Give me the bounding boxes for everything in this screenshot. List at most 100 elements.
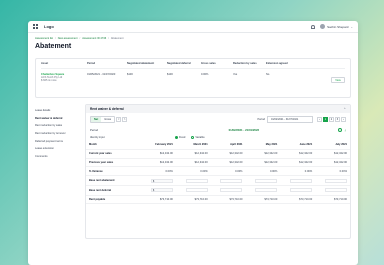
row-label: % Variance <box>86 166 141 177</box>
logo: Logo <box>44 24 54 29</box>
panel-header[interactable]: Rent waiver & deferral ⌃ <box>86 105 350 113</box>
bell-icon[interactable] <box>311 24 316 29</box>
radio-fixed[interactable]: Fixed <box>175 136 185 139</box>
username[interactable]: Sachin Shepard <box>327 25 348 29</box>
table-cell-input[interactable] <box>325 188 347 193</box>
identity-row: Identity input Fixed Variable <box>86 134 350 141</box>
table-cell: $12,342.00 <box>245 149 281 159</box>
table-cell: 0.00% <box>141 166 176 177</box>
rent-table: Month February 2021 March 2021 April 202… <box>86 141 350 205</box>
breadcrumb-item[interactable]: New assessment <box>58 37 78 40</box>
section-nav-item-active[interactable]: Rent waiver & deferral <box>35 115 82 123</box>
period-label: Period <box>257 118 266 121</box>
row-label: Previous year sales <box>86 158 141 168</box>
chevron-up-icon[interactable]: ⌃ <box>343 107 346 111</box>
table-cell: $12,342.00 <box>280 149 316 159</box>
app-window: Logo Sachin Shepard ⌄ Assessment list / … <box>28 21 358 265</box>
range-value: 01/02/2021 - 21/01/2022 <box>228 128 260 132</box>
chevron-down-icon[interactable]: ⌄ <box>350 25 353 29</box>
section-nav-item[interactable]: Rent reduction by sales <box>35 122 82 130</box>
app-grid-icon[interactable] <box>33 23 39 30</box>
table-cell: $12,342.00 <box>141 149 176 159</box>
asset-summary-card: Asset Period Negotiated abatement Negoti… <box>35 58 351 98</box>
table-row: % Variance 0.00% 0.00% 0.00% 0.00% 0.00% 0.00% <box>86 166 350 177</box>
range-row: Period 01/02/2021 - 21/01/2022 ⤓ <box>86 126 350 134</box>
toggle-net[interactable]: Net <box>91 117 102 122</box>
view-button[interactable]: View <box>331 77 345 83</box>
breadcrumb-item[interactable]: Assessment list <box>35 37 53 40</box>
section-nav-item[interactable]: Lease details <box>35 107 82 115</box>
table-cell-input[interactable] <box>220 178 243 183</box>
row-label: Base rent abatement <box>86 175 141 186</box>
table-row: Current year sales $12,342.00 $12,342.00 $1… <box>86 149 350 159</box>
avatar[interactable] <box>320 24 326 29</box>
top-bar: Logo Sachin Shepard ⌄ <box>28 21 358 33</box>
page-button[interactable]: 2 <box>329 117 334 122</box>
table-header-row: Month February 2021 March 2021 April 202… <box>86 141 350 150</box>
table-cell: $73,710.00 <box>315 195 350 205</box>
net-gross-toggle: Net Gross <box>90 116 116 123</box>
panel-toolbar: Net Gross < > Period 01/02/2021 - 31/07/… <box>86 113 350 126</box>
row-label: Rent payable <box>86 195 141 205</box>
table-cell: $12,342.00 <box>245 158 281 168</box>
section-nav-item[interactable]: Rent reduction by turnover <box>35 130 82 138</box>
table-cell: $12,342.00 <box>175 158 211 168</box>
table-cell-input[interactable] <box>255 188 278 193</box>
table-cell: $12,342.00 <box>141 158 176 168</box>
row-label: Current year sales <box>86 149 141 159</box>
range-label: Period <box>90 128 99 132</box>
breadcrumb-current: Abatement <box>110 37 124 40</box>
table-cell: $12,342.00 <box>175 149 211 159</box>
table-row: Base rent deferral $ <box>86 185 350 196</box>
pager: ‹ 1 2 3 › <box>316 117 346 122</box>
page-button[interactable]: 1 <box>323 117 328 122</box>
table-cell: 0.00% <box>315 166 350 177</box>
table-cell: 0.00% <box>210 166 246 177</box>
breadcrumb-item[interactable]: Assessment ID 4746 <box>82 37 106 40</box>
table-cell: $12,342.00 <box>210 158 246 168</box>
table-cell-input[interactable]: $ <box>150 188 173 193</box>
table-cell: 0.00% <box>245 166 281 177</box>
panel-title: Rent waiver & deferral <box>90 107 124 111</box>
table-cell: $73,710.00 <box>141 195 176 205</box>
page-next-icon[interactable]: › <box>341 117 346 122</box>
table-row: Previous year sales $12,342.00 $12,342.00 $… <box>86 158 350 168</box>
table-cell-input[interactable] <box>255 178 278 183</box>
table-cell-input[interactable] <box>325 178 347 183</box>
table-cell: $73,710.00 <box>280 195 316 205</box>
table-cell: $12,342.00 <box>315 149 350 159</box>
table-cell: $12,342.00 <box>315 158 350 168</box>
identity-label: Identity input <box>90 136 105 139</box>
prev-icon[interactable]: < <box>116 117 122 122</box>
page-button[interactable]: 3 <box>335 117 340 122</box>
table-row: Rent payable $73,710.00 $73,710.00 $73,710.… <box>86 195 350 205</box>
section-nav-item[interactable]: Lease extension <box>35 145 82 153</box>
breadcrumb: Assessment list / New assessment / Asses… <box>35 37 124 40</box>
table-row: Base rent abatement $ <box>86 175 350 186</box>
row-label: Base rent deferral <box>86 185 141 196</box>
table-cell-input[interactable]: $ <box>150 178 173 183</box>
table-cell-input[interactable] <box>220 188 243 193</box>
table-cell-input[interactable] <box>290 188 313 193</box>
table-cell-input[interactable] <box>290 178 313 183</box>
period-select[interactable]: 01/02/2021 - 31/07/2021 <box>267 116 313 123</box>
section-nav-item[interactable]: Comments <box>35 153 82 161</box>
page-title: Abatement <box>35 43 72 50</box>
table-cell: 0.00% <box>175 166 211 177</box>
toggle-gross[interactable]: Gross <box>101 117 114 122</box>
table-cell: $73,710.00 <box>245 195 281 205</box>
table-cell-input[interactable] <box>185 178 208 183</box>
section-nav-item[interactable]: Deferred payment terms <box>35 137 82 145</box>
download-icon[interactable]: ⤓ <box>345 128 346 132</box>
gear-icon[interactable] <box>337 128 342 132</box>
table-cell: $73,710.00 <box>210 195 246 205</box>
table-cell: $73,710.00 <box>175 195 211 205</box>
next-icon[interactable]: > <box>122 117 128 122</box>
table-cell: $12,342.00 <box>210 149 246 159</box>
section-nav: Lease details Rent waiver & deferral Ren… <box>35 104 82 239</box>
page-prev-icon[interactable]: ‹ <box>317 117 322 122</box>
table-cell: 0.00% <box>280 166 316 177</box>
radio-variable[interactable]: Variable <box>191 136 205 139</box>
table-cell: $12,342.00 <box>280 158 316 168</box>
table-cell-input[interactable] <box>185 188 208 193</box>
